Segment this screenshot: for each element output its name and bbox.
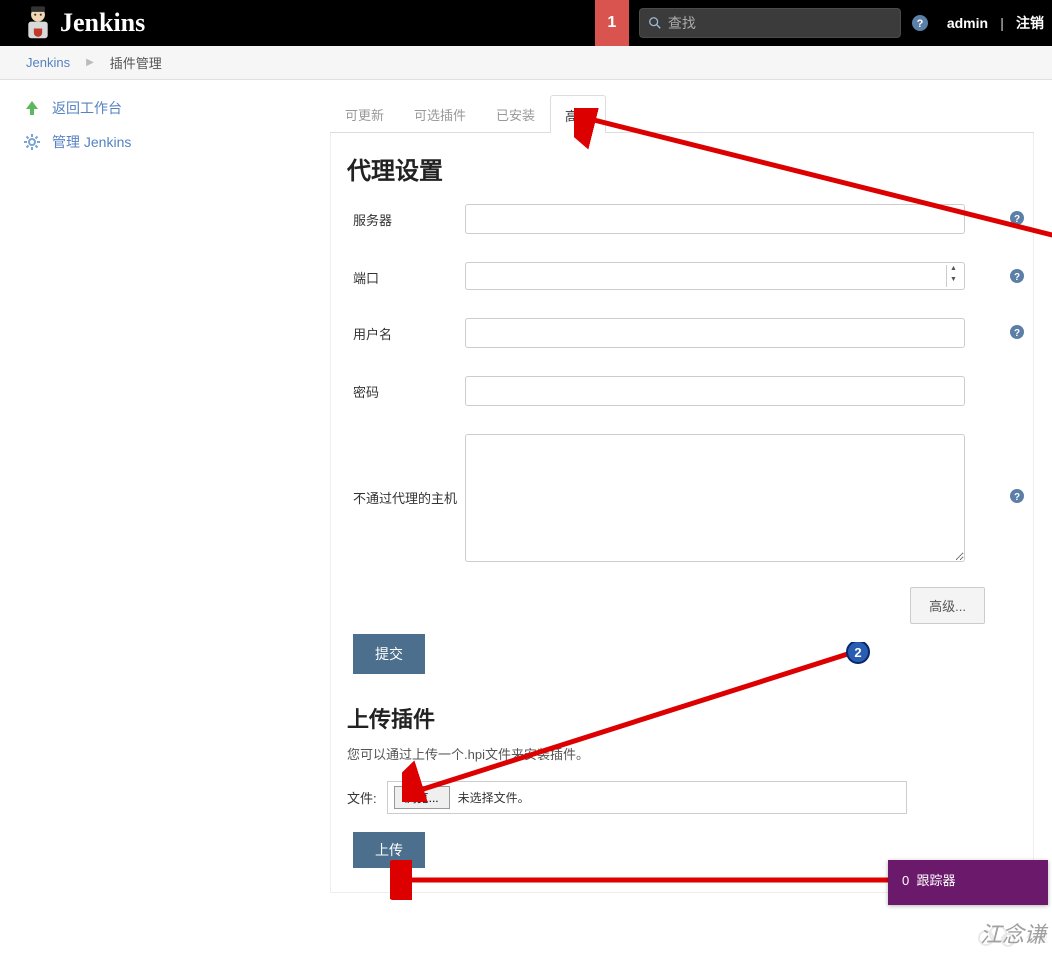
brand[interactable]: Jenkins — [24, 5, 145, 41]
sidebar: 返回工作台 管理 Jenkins — [0, 80, 320, 953]
svg-text:2: 2 — [854, 645, 861, 660]
search-box[interactable] — [639, 8, 901, 38]
sidebar-item-back[interactable]: 返回工作台 — [22, 98, 320, 118]
help-icon[interactable]: ? — [1001, 434, 1033, 504]
noproxy-input[interactable] — [465, 434, 965, 562]
server-input[interactable] — [465, 204, 965, 234]
svg-text:?: ? — [916, 18, 923, 30]
number-spinner[interactable]: ▲▼ — [946, 265, 960, 287]
username-input[interactable] — [465, 318, 965, 348]
breadcrumb-root[interactable]: Jenkins — [26, 55, 70, 70]
advanced-button[interactable]: 高级... — [910, 587, 985, 624]
tab-advanced[interactable]: 高级 — [550, 95, 606, 133]
noproxy-label: 不通过代理的主机 — [345, 434, 465, 507]
file-input-box[interactable]: 浏览... 未选择文件。 — [387, 781, 907, 814]
proxy-title: 代理设置 — [347, 151, 1033, 186]
chevron-right-icon: ▶ — [86, 57, 94, 68]
user-link[interactable]: admin — [947, 15, 988, 31]
svg-text:?: ? — [1014, 492, 1020, 503]
upload-hint: 您可以通过上传一个.hpi文件来安装插件。 — [347, 744, 1033, 763]
browse-button[interactable]: 浏览... — [394, 786, 450, 809]
svg-text:?: ? — [1014, 272, 1020, 283]
upload-button[interactable]: 上传 — [353, 832, 425, 868]
svg-text:?: ? — [1014, 214, 1020, 225]
annotation-arrow-3: 3 — [390, 860, 970, 900]
file-label: 文件: — [347, 788, 377, 807]
main-content: 可更新 可选插件 已安装 高级 1 代理设置 服务器 ? 端口 ▲▼ — [320, 80, 1052, 953]
help-icon[interactable]: ? — [1001, 262, 1033, 284]
password-label: 密码 — [345, 376, 465, 401]
no-file-text: 未选择文件。 — [458, 789, 530, 806]
tab-updatable[interactable]: 可更新 — [330, 94, 399, 132]
gear-icon — [22, 132, 42, 152]
breadcrumb: Jenkins ▶ 插件管理 — [0, 46, 1052, 80]
upload-title: 上传插件 — [347, 702, 1033, 734]
password-input[interactable] — [465, 376, 965, 406]
sidebar-item-label: 返回工作台 — [52, 98, 122, 118]
tab-available[interactable]: 可选插件 — [399, 94, 481, 132]
port-input[interactable]: ▲▼ — [465, 262, 965, 290]
separator: | — [1000, 15, 1004, 31]
tab-installed[interactable]: 已安装 — [481, 94, 550, 132]
up-arrow-icon — [22, 98, 42, 118]
server-label: 服务器 — [345, 204, 465, 229]
chevron-down-icon[interactable]: ▼ — [947, 276, 960, 287]
submit-button[interactable]: 提交 — [353, 634, 425, 674]
help-icon[interactable]: ? — [911, 14, 929, 32]
search-input[interactable] — [668, 15, 892, 31]
tracker-panel[interactable]: 0 跟踪器 — [888, 860, 1048, 905]
notification-badge[interactable]: 1 — [595, 0, 629, 46]
svg-text:亿速云: 亿速云 — [1026, 932, 1048, 945]
breadcrumb-page: 插件管理 — [110, 53, 162, 72]
search-icon — [648, 16, 662, 30]
help-icon[interactable]: ? — [1001, 318, 1033, 340]
corner-logo: 亿速云 — [976, 920, 1048, 953]
tabs: 可更新 可选插件 已安装 高级 — [330, 94, 1034, 133]
svg-text:?: ? — [1014, 328, 1020, 339]
tracker-count: 0 — [902, 873, 909, 888]
help-icon[interactable]: ? — [1001, 204, 1033, 226]
username-label: 用户名 — [345, 318, 465, 343]
logout-link[interactable]: 注销 — [1016, 13, 1044, 33]
jenkins-icon — [24, 5, 52, 41]
top-bar: Jenkins 1 ? admin | 注销 — [0, 0, 1052, 46]
user-links: admin | 注销 — [947, 13, 1044, 33]
brand-text: Jenkins — [60, 8, 145, 38]
sidebar-item-manage[interactable]: 管理 Jenkins — [22, 132, 320, 152]
port-label: 端口 — [345, 262, 465, 287]
chevron-up-icon[interactable]: ▲ — [947, 265, 960, 276]
sidebar-item-label: 管理 Jenkins — [52, 132, 131, 152]
tracker-label: 跟踪器 — [916, 873, 955, 888]
